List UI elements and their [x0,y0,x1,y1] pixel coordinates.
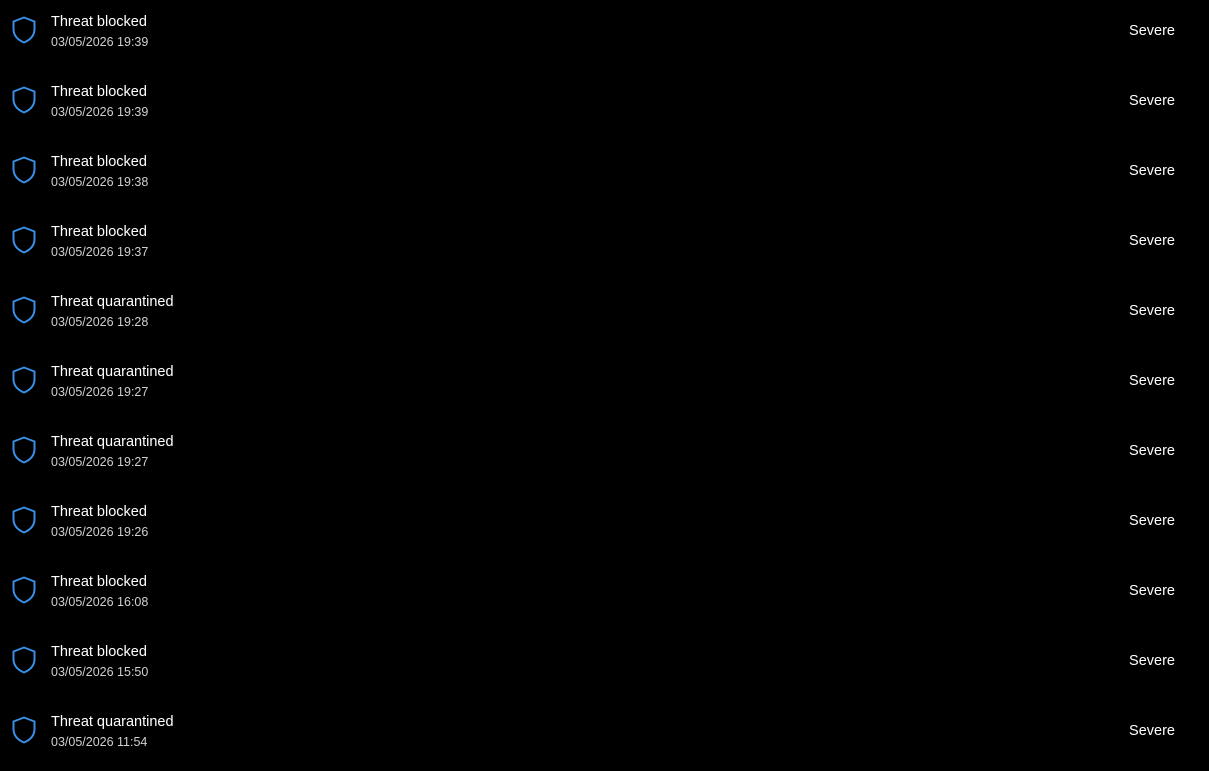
history-item-timestamp: 03/05/2026 19:38 [51,175,149,189]
history-item-severity: Severe [1129,163,1175,179]
history-item-title: Threat blocked [51,644,147,660]
history-item-timestamp: 03/05/2026 19:27 [51,385,149,399]
history-item-title: Threat quarantined [51,434,174,450]
shield-icon [12,506,36,534]
shield-icon [12,436,36,464]
history-item-timestamp: 03/05/2026 19:26 [51,525,149,539]
shield-icon [12,226,36,254]
shield-icon [12,716,36,744]
history-item-severity: Severe [1129,23,1175,39]
history-item[interactable]: Threat blocked 03/05/2026 15:50 Severe [0,630,1209,700]
history-item-title: Threat blocked [51,14,147,30]
history-item-severity: Severe [1129,723,1175,739]
history-item[interactable]: Threat blocked 03/05/2026 19:37 Severe [0,210,1209,280]
history-item-timestamp: 03/05/2026 16:08 [51,595,149,609]
history-item-timestamp: 03/05/2026 19:39 [51,105,149,119]
history-item-severity: Severe [1129,583,1175,599]
history-item[interactable]: Threat blocked 03/05/2026 16:08 Severe [0,560,1209,630]
history-item-severity: Severe [1129,303,1175,319]
history-item[interactable]: Threat blocked 03/05/2026 19:26 Severe [0,490,1209,560]
history-item-title: Threat blocked [51,154,147,170]
shield-icon [12,16,36,44]
history-item-title: Threat quarantined [51,364,174,380]
shield-icon [12,296,36,324]
history-item-title: Threat blocked [51,504,147,520]
history-item-severity: Severe [1129,233,1175,249]
history-item-severity: Severe [1129,513,1175,529]
history-item-title: Threat quarantined [51,714,174,730]
shield-icon [12,156,36,184]
history-item-timestamp: 03/05/2026 11:54 [51,735,148,749]
shield-icon [12,366,36,394]
history-item-timestamp: 03/05/2026 19:37 [51,245,149,259]
history-item[interactable]: Threat quarantined 03/05/2026 11:54 Seve… [0,700,1209,770]
history-item-timestamp: 03/05/2026 15:50 [51,665,149,679]
history-item-timestamp: 03/05/2026 19:27 [51,455,149,469]
history-item[interactable]: Threat blocked 03/05/2026 19:38 Severe [0,140,1209,210]
history-item-timestamp: 03/05/2026 19:39 [51,35,149,49]
history-item-severity: Severe [1129,443,1175,459]
protection-history-list: Threat blocked 03/05/2026 19:39 Severe T… [0,0,1209,771]
history-item-severity: Severe [1129,653,1175,669]
history-item[interactable]: Threat blocked 03/05/2026 19:39 Severe [0,70,1209,140]
history-item-timestamp: 03/05/2026 19:28 [51,315,149,329]
history-item[interactable]: Threat quarantined 03/05/2026 19:28 Seve… [0,280,1209,350]
shield-icon [12,646,36,674]
history-item-title: Threat quarantined [51,294,174,310]
shield-icon [12,86,36,114]
history-item[interactable]: Threat blocked 03/05/2026 19:39 Severe [0,0,1209,70]
history-item[interactable]: Threat quarantined 03/05/2026 19:27 Seve… [0,420,1209,490]
history-item-severity: Severe [1129,373,1175,389]
history-item-severity: Severe [1129,93,1175,109]
history-item-title: Threat blocked [51,224,147,240]
history-item-title: Threat blocked [51,84,147,100]
shield-icon [12,576,36,604]
history-item[interactable]: Threat quarantined 03/05/2026 19:27 Seve… [0,350,1209,420]
history-item-title: Threat blocked [51,574,147,590]
